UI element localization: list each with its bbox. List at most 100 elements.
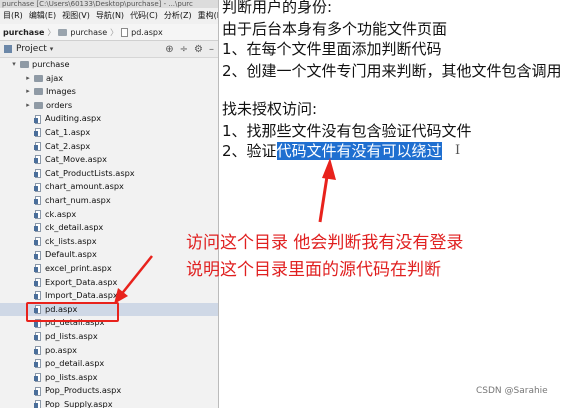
- notes-line: 2、验证代码文件有没有可以绕过: [222, 140, 442, 161]
- tree-folder[interactable]: ▸ Images: [24, 85, 76, 99]
- tree-file[interactable]: po_detail.aspx: [24, 357, 104, 371]
- breadcrumb-item[interactable]: pd.aspx: [118, 27, 166, 37]
- notes-line: 2、创建一个文件专门用来判断，其他文件包含调用: [222, 62, 562, 80]
- collapse-icon[interactable]: ÷: [180, 44, 188, 55]
- breadcrumb: purchase 〉 purchase 〉 pd.aspx: [0, 24, 218, 41]
- locate-icon[interactable]: ⊕: [165, 44, 173, 55]
- aspx-file-icon: [34, 155, 42, 165]
- notes-line: 1、找那些文件没有包含验证代码文件: [222, 122, 472, 140]
- folder-icon: [34, 74, 43, 82]
- tree-item-label: purchase: [32, 59, 70, 69]
- text-cursor-icon: I: [455, 143, 461, 158]
- tree-file[interactable]: chart_amount.aspx: [24, 180, 124, 194]
- aspx-file-icon: [34, 373, 42, 383]
- tree-item-label: Auditing.aspx: [45, 113, 102, 124]
- menu-item-analyze[interactable]: 分析(Z): [161, 8, 195, 24]
- aspx-file-icon: [34, 114, 42, 124]
- gear-icon[interactable]: ⚙: [194, 44, 203, 55]
- tree-item-label: Images: [46, 86, 76, 97]
- aspx-file-icon: [34, 264, 42, 274]
- tree-item-label: ck_lists.aspx: [45, 235, 97, 246]
- menu-item[interactable]: 目(R): [0, 8, 26, 24]
- chevron-right-icon[interactable]: ▸: [24, 85, 32, 99]
- aspx-file-icon: [34, 141, 42, 151]
- hide-icon[interactable]: –: [209, 44, 214, 55]
- tree-item-label: ajax: [46, 72, 64, 83]
- tree-item-label: Cat_2.aspx: [45, 140, 91, 151]
- aspx-file-icon: [34, 196, 42, 206]
- tree-file[interactable]: Default.aspx: [24, 248, 97, 262]
- aspx-file-icon: [34, 400, 42, 408]
- menu-item-navigate[interactable]: 导航(N): [93, 8, 127, 24]
- menu-item-refactor[interactable]: 重构(R: [195, 8, 218, 24]
- tree-file[interactable]: Pop_Products.aspx: [24, 384, 121, 398]
- tree-item-label: orders: [46, 99, 73, 110]
- notes-text: 2、验证: [222, 142, 277, 160]
- aspx-file-icon: [34, 250, 42, 260]
- tree-file[interactable]: po.aspx: [24, 344, 77, 358]
- menu-item-view[interactable]: 视图(V): [59, 8, 93, 24]
- folder-icon: [34, 88, 43, 96]
- tree-item-label: Pop_Products.aspx: [45, 385, 122, 396]
- tree-item-label: Default.aspx: [45, 249, 97, 260]
- aspx-file-icon: [34, 291, 42, 301]
- aspx-file-icon: [34, 182, 42, 192]
- tree-item-label: chart_amount.aspx: [45, 181, 124, 192]
- menu-item-code[interactable]: 代码(C): [127, 8, 161, 24]
- tree-file[interactable]: Pop_Supply.aspx: [24, 398, 113, 408]
- tree-file[interactable]: Cat_1.aspx: [24, 126, 90, 140]
- tree-file[interactable]: ck.aspx: [24, 208, 76, 222]
- chevron-right-icon[interactable]: ▸: [24, 99, 32, 113]
- notes-line: 找未授权访问:: [222, 100, 318, 118]
- project-label[interactable]: Project: [16, 44, 47, 54]
- tree-item-label: Cat_ProductLists.aspx: [45, 167, 135, 178]
- tree-item-label: Cat_1.aspx: [45, 127, 91, 137]
- tree-item-label: po_detail.aspx: [45, 358, 105, 369]
- breadcrumb-separator: 〉: [110, 27, 119, 37]
- aspx-file-icon: [34, 345, 42, 355]
- tree-item-label: Import_Data.aspx: [45, 290, 118, 301]
- aspx-file-icon: [34, 169, 42, 179]
- project-icon: [4, 45, 12, 53]
- tree-item-label: Export_Data.aspx: [45, 276, 118, 287]
- notes-line: 1、在每个文件里面添加判断代码: [222, 40, 442, 58]
- tree-file[interactable]: Export_Data.aspx: [24, 276, 117, 290]
- tree-file[interactable]: Auditing.aspx: [24, 112, 101, 126]
- notes-line: 判断用户的身份:: [222, 0, 333, 16]
- tree-item-label: po_lists.aspx: [45, 371, 98, 382]
- chevron-down-icon[interactable]: ▾: [50, 45, 54, 53]
- breadcrumb-separator: 〉: [47, 27, 56, 37]
- menu-item-edit[interactable]: 编辑(E): [26, 8, 59, 24]
- tree-file[interactable]: Cat_Move.aspx: [24, 153, 107, 167]
- tree-item-label: ck_detail.aspx: [45, 222, 104, 233]
- tree-file[interactable]: ck_lists.aspx: [24, 235, 97, 249]
- file-icon: [121, 27, 129, 37]
- notes-line: 由于后台本身有多个功能文件页面: [222, 20, 448, 38]
- pane-divider: [218, 0, 219, 408]
- tree-file[interactable]: Import_Data.aspx: [24, 289, 118, 303]
- chevron-right-icon[interactable]: ▸: [24, 72, 32, 86]
- breadcrumb-item[interactable]: purchase: [0, 28, 47, 37]
- aspx-file-icon: [34, 277, 42, 287]
- project-toolbar: Project ▾ ⊕ ÷ ⚙ –: [0, 41, 218, 58]
- tree-file[interactable]: excel_print.aspx: [24, 262, 112, 276]
- highlight-box: [26, 302, 119, 322]
- tree-file[interactable]: Cat_ProductLists.aspx: [24, 167, 135, 181]
- tree-folder[interactable]: ▸ ajax: [24, 72, 63, 86]
- aspx-file-icon: [34, 332, 42, 342]
- tree-file[interactable]: chart_num.aspx: [24, 194, 111, 208]
- aspx-file-icon: [34, 386, 42, 396]
- tree-item-label: pd_lists.aspx: [45, 331, 98, 341]
- tree-file[interactable]: po_lists.aspx: [24, 371, 98, 385]
- chevron-down-icon[interactable]: ▾: [10, 58, 18, 72]
- tree-file[interactable]: ck_detail.aspx: [24, 221, 103, 235]
- tree-folder[interactable]: ▸ orders: [24, 99, 72, 113]
- aspx-file-icon: [34, 223, 42, 233]
- tree-file[interactable]: pd_lists.aspx: [24, 330, 98, 344]
- breadcrumb-item[interactable]: purchase: [55, 28, 110, 37]
- folder-icon: [58, 28, 68, 36]
- tree-file[interactable]: Cat_2.aspx: [24, 140, 90, 154]
- tree-folder[interactable]: ▾ purchase: [10, 58, 70, 72]
- tree-item-label: ck.aspx: [45, 208, 77, 219]
- aspx-file-icon: [34, 128, 42, 138]
